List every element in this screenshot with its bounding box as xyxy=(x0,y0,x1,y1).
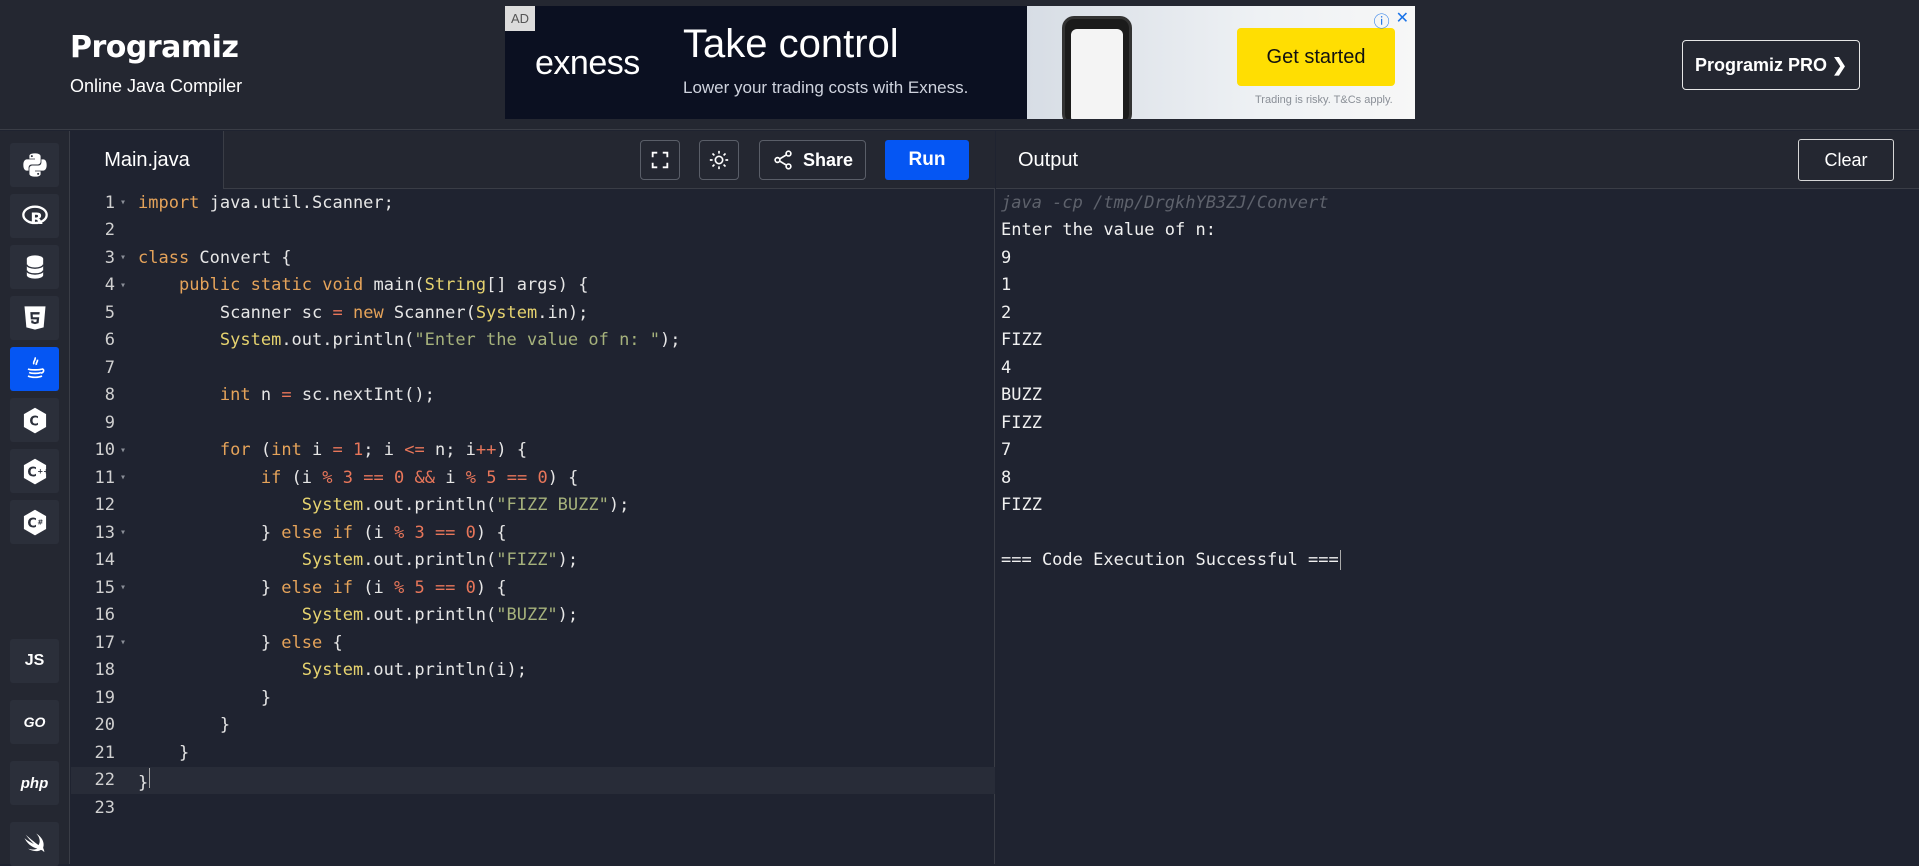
code-line: 3 ▾ class Convert { xyxy=(104,247,292,268)
ad-controls[interactable]: ⓘ ✕ xyxy=(1374,8,1409,32)
svg-text:C: C xyxy=(27,465,36,480)
database-icon[interactable] xyxy=(10,245,59,289)
editor-toolbar: Main.java Share Run xyxy=(71,131,995,189)
code-line: 23 xyxy=(94,797,115,818)
code-line: 6 System.out.println("Enter the value of… xyxy=(104,330,681,351)
code-line: 8 int n = sc.nextInt(); xyxy=(104,385,435,406)
output-line: 1 xyxy=(1001,275,1012,296)
cpp-icon[interactable]: C ++ xyxy=(10,449,59,493)
go-icon[interactable]: GO xyxy=(10,700,59,744)
ad-title: Take control xyxy=(683,22,899,66)
share-label: Share xyxy=(802,149,854,170)
share-icon xyxy=(774,150,792,170)
output-line: 4 xyxy=(1001,357,1012,378)
code-line: 13 ▾ } else if (i % 3 == 0) { xyxy=(94,522,507,543)
run-button[interactable]: Run xyxy=(885,140,969,180)
ad-disclaimer: Trading is risky. T&Cs apply. xyxy=(1255,94,1393,106)
clear-button[interactable]: Clear xyxy=(1798,139,1894,181)
code-line: 16 System.out.println("BUZZ"); xyxy=(94,605,579,626)
fullscreen-icon xyxy=(651,151,669,169)
go-label: GO xyxy=(23,714,46,730)
output-line: 7 xyxy=(1001,440,1012,461)
code-area[interactable]: 1 ▾ import java.util.Scanner; 2 3 ▾ class Co… xyxy=(71,189,995,864)
ad-tag: AD xyxy=(505,6,536,31)
code-line: 1 ▾ import java.util.Scanner; xyxy=(104,192,394,213)
svg-text:++: ++ xyxy=(37,467,49,475)
php-label: php xyxy=(20,774,49,792)
r-icon[interactable]: R xyxy=(10,194,59,238)
code-line-current: 22} xyxy=(71,766,995,794)
java-icon[interactable] xyxy=(10,347,59,391)
svg-text:C: C xyxy=(27,516,36,531)
output-line: Enter the value of n: xyxy=(1001,220,1216,241)
output-line: BUZZ xyxy=(1001,385,1042,406)
svg-text:#: # xyxy=(37,518,43,526)
code-line: 14 System.out.println("FIZZ"); xyxy=(94,550,579,571)
code-line: 10 ▾ for (int i = 1; i <= n; i++) { xyxy=(94,440,528,461)
csharp-icon[interactable]: C # xyxy=(10,500,59,544)
programiz-logo[interactable]: Programiz xyxy=(70,28,242,66)
output-line: 2 xyxy=(1001,302,1012,323)
code-line: 11 ▾ if (i % 3 == 0 && i % 5 == 0) { xyxy=(94,467,579,488)
code-editor-panel: Main.java Share Run 1 ▾ import java.util.S… xyxy=(71,131,995,864)
code-line: 12 System.out.println("FIZZ BUZZ"); xyxy=(94,495,630,516)
brand-name: Programiz xyxy=(70,29,239,65)
output-line: 9 xyxy=(1001,247,1012,268)
swift-icon[interactable] xyxy=(10,822,59,866)
code-line: 4 ▾ public static void main(String[] args… xyxy=(104,275,589,296)
php-icon[interactable]: php xyxy=(10,761,59,805)
fullscreen-button[interactable] xyxy=(640,140,680,180)
code-line: 17 ▾ } else { xyxy=(94,632,343,653)
svg-text:C: C xyxy=(29,414,38,429)
ad-brand: exness xyxy=(535,44,640,82)
code-line: 5 Scanner sc = new Scanner(System.in); xyxy=(104,302,589,323)
output-title: Output xyxy=(1018,149,1079,171)
output-line: 8 xyxy=(1001,467,1012,488)
html5-icon[interactable] xyxy=(10,296,59,340)
top-header: Programiz Online Java Compiler exness Ta… xyxy=(0,0,1919,130)
ad-banner[interactable]: exness Take control Lower your trading c… xyxy=(505,6,1415,119)
output-status: === Code Execution Successful === xyxy=(1001,547,1901,575)
brand[interactable]: Programiz Online Java Compiler xyxy=(70,28,242,97)
code-line: 21 } xyxy=(94,742,190,763)
output-line: FIZZ xyxy=(1001,412,1042,433)
output-panel: Output Clear java -cp /tmp/DrgkhYB3ZJ/Co… xyxy=(996,131,1919,864)
svg-text:R: R xyxy=(30,209,43,228)
execution-status: === Code Execution Successful === xyxy=(1001,550,1339,571)
code-line: 9 xyxy=(104,412,115,433)
c-icon[interactable]: C xyxy=(10,398,59,442)
output-command: java -cp /tmp/DrgkhYB3ZJ/Convert xyxy=(1001,192,1329,213)
python-icon[interactable] xyxy=(10,143,59,187)
code-line: 18 System.out.println(i); xyxy=(94,660,527,681)
javascript-icon[interactable]: JS xyxy=(10,639,59,683)
text-cursor xyxy=(149,767,151,788)
output-line: FIZZ xyxy=(1001,330,1042,351)
theme-toggle-button[interactable] xyxy=(699,140,739,180)
sun-icon xyxy=(709,150,729,170)
compiler-title: Online Java Compiler xyxy=(70,76,243,96)
code-line: 20 } xyxy=(94,715,231,736)
language-sidebar: R C C ++ C # JS GO php xyxy=(0,131,70,866)
code-line: 7 xyxy=(104,357,115,378)
output-console[interactable]: java -cp /tmp/DrgkhYB3ZJ/Convert Enter t… xyxy=(1001,189,1901,574)
code-line: 19 } xyxy=(94,687,272,708)
output-cursor xyxy=(1339,550,1341,571)
close-icon[interactable]: ✕ xyxy=(1396,8,1409,32)
info-icon[interactable]: ⓘ xyxy=(1374,8,1390,32)
ad-cta-button[interactable]: Get started xyxy=(1237,28,1395,86)
share-button[interactable]: Share xyxy=(759,140,866,180)
code-line: 15 ▾ } else if (i % 5 == 0) { xyxy=(94,577,507,598)
code-line: 2 xyxy=(104,220,115,241)
tab-main-java[interactable]: Main.java xyxy=(71,131,224,189)
ad-subtitle: Lower your trading costs with Exness. xyxy=(683,78,969,97)
js-label: JS xyxy=(24,652,45,669)
output-toolbar: Output Clear xyxy=(996,131,1919,189)
phone-image xyxy=(1062,16,1132,119)
output-line: FIZZ xyxy=(1001,495,1042,516)
programiz-pro-button[interactable]: Programiz PRO ❯ xyxy=(1682,40,1860,90)
